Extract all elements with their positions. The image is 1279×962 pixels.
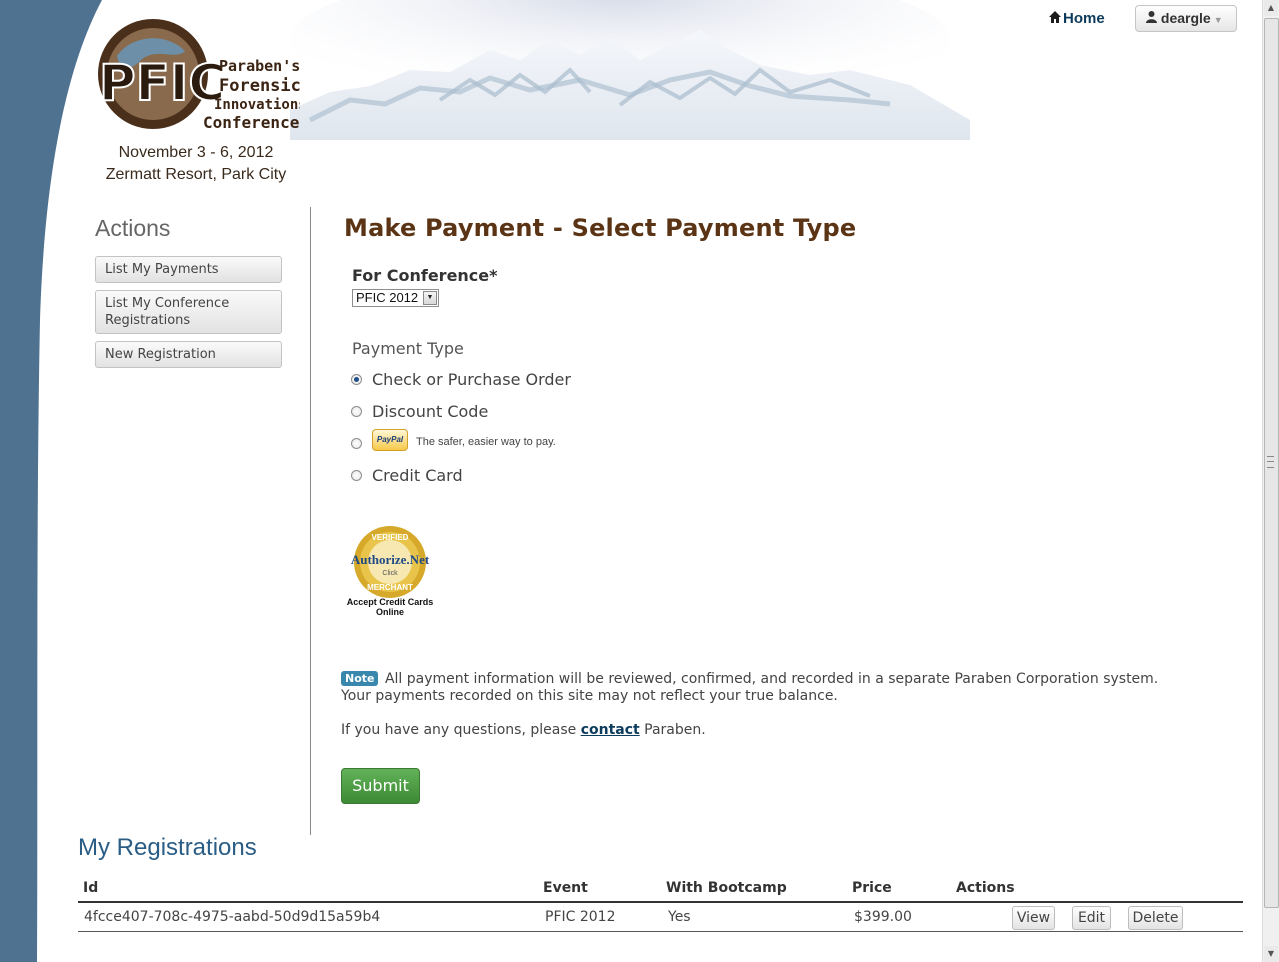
registrations-title: My Registrations [78, 834, 257, 861]
home-link[interactable]: Home [1049, 10, 1105, 27]
questions-line: If you have any questions, please contac… [341, 722, 706, 738]
svg-text:VERIFIED: VERIFIED [372, 533, 409, 542]
radio-paypal[interactable] [351, 438, 362, 449]
svg-text:Online: Online [376, 607, 404, 617]
column-header-id: Id [83, 880, 99, 896]
scroll-down-icon[interactable]: ▼ [1264, 946, 1278, 962]
radio-credit-card[interactable] [351, 470, 362, 481]
delete-button[interactable]: Delete [1128, 906, 1183, 930]
payment-option-paypal[interactable]: PayPal The safer, easier way to pay. [351, 429, 611, 454]
view-button[interactable]: View [1012, 906, 1055, 930]
submit-button[interactable]: Submit [341, 768, 420, 804]
note-text: All payment information will be reviewed… [341, 671, 1159, 704]
paypal-logo-icon: PayPal [372, 429, 408, 451]
chevron-down-icon: ▼ [1213, 15, 1223, 25]
questions-suffix: Paraben. [644, 722, 706, 738]
svg-text:Forensic: Forensic [219, 76, 300, 96]
logo-letters: PFIC [99, 54, 225, 112]
payment-note: Note All payment information will be rev… [341, 671, 1181, 705]
sidebar-item-new-registration[interactable]: New Registration [95, 341, 282, 368]
conference-select[interactable]: PFIC 2012 ▼ [352, 289, 439, 307]
cell-event: PFIC 2012 [545, 909, 616, 925]
paypal-tagline: The safer, easier way to pay. [416, 436, 556, 448]
pfic-logo: PFIC Paraben's Forensic Innovations Conf… [98, 19, 300, 132]
dropdown-arrow-icon: ▼ [423, 291, 437, 305]
edit-button[interactable]: Edit [1072, 906, 1111, 930]
cell-price: $399.00 [854, 909, 912, 925]
conference-select-value: PFIC 2012 [356, 290, 419, 305]
home-label: Home [1063, 10, 1105, 27]
column-header-actions: Actions [956, 880, 1015, 896]
mountain-header-art [290, 0, 970, 140]
radio-label-check: Check or Purchase Order [372, 370, 571, 389]
conference-venue: Zermatt Resort, Park City [105, 166, 287, 183]
conference-info: November 3 - 6, 2012 Zermatt Resort, Par… [96, 142, 296, 186]
column-header-bootcamp: With Bootcamp [666, 880, 787, 896]
svg-text:Innovations: Innovations [214, 97, 300, 113]
table-row-divider [78, 931, 1243, 932]
scrollbar-grip-icon [1267, 456, 1274, 468]
table-header-divider [78, 901, 1243, 903]
radio-discount[interactable] [351, 406, 362, 417]
svg-text:Click: Click [382, 570, 398, 577]
conference-dates: November 3 - 6, 2012 [118, 144, 274, 161]
user-name: deargle [1160, 10, 1211, 26]
column-divider [310, 207, 311, 835]
scroll-up-icon[interactable]: ▲ [1264, 0, 1278, 16]
column-header-event: Event [543, 880, 588, 896]
svg-text:Conference: Conference [203, 113, 299, 132]
cell-bootcamp: Yes [668, 909, 691, 925]
note-badge: Note [341, 671, 379, 686]
left-decorative-band [0, 0, 102, 962]
contact-link[interactable]: contact [581, 722, 640, 738]
sidebar-item-list-registrations[interactable]: List My Conference Registrations [95, 290, 282, 334]
svg-text:Paraben's: Paraben's [219, 57, 300, 75]
sidebar-title: Actions [95, 215, 171, 241]
home-icon [1049, 10, 1061, 27]
svg-text:Accept Credit Cards: Accept Credit Cards [347, 597, 434, 607]
authorize-net-seal[interactable]: VERIFIED Authorize.Net Click MERCHANT Ac… [340, 524, 440, 620]
radio-label-discount: Discount Code [372, 402, 489, 421]
page-title: Make Payment - Select Payment Type [344, 214, 857, 242]
questions-prefix: If you have any questions, please [341, 722, 577, 738]
svg-text:MERCHANT: MERCHANT [367, 583, 413, 592]
radio-check[interactable] [351, 374, 362, 385]
payment-type-label: Payment Type [352, 339, 464, 358]
column-header-price: Price [852, 880, 892, 896]
sidebar-item-list-payments[interactable]: List My Payments [95, 256, 282, 283]
user-icon [1146, 10, 1161, 26]
svg-text:Authorize.Net: Authorize.Net [351, 552, 430, 567]
conference-label: For Conference* [352, 266, 498, 285]
radio-label-credit-card: Credit Card [372, 466, 463, 485]
vertical-scrollbar[interactable]: ▲ ▼ [1262, 0, 1279, 962]
user-menu-button[interactable]: deargle ▼ [1135, 5, 1237, 32]
cell-id: 4fcce407-708c-4975-aabd-50d9d15a59b4 [84, 909, 381, 925]
